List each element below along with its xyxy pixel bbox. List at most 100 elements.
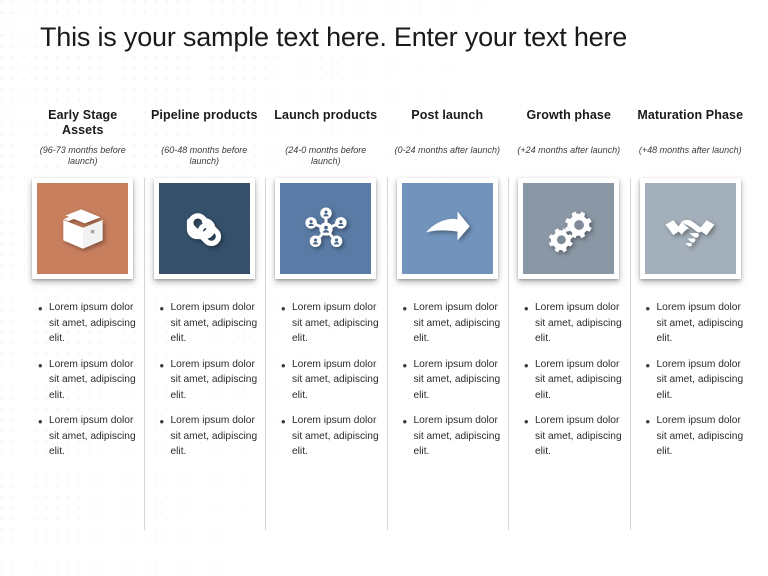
box-icon [55, 201, 111, 257]
phase-icon-tile[interactable] [153, 178, 255, 279]
phase-icon-tile[interactable] [518, 178, 620, 279]
slide-canvas: This is your sample text here. Enter you… [0, 0, 768, 576]
icon-tile-frame [32, 178, 134, 279]
list-item: • Lorem ipsum dolor sit amet, adipiscing … [403, 357, 505, 404]
list-item: • Lorem ipsum dolor sit amet, adipiscing … [403, 300, 505, 347]
list-item-text: Lorem ipsum dolor sit amet, adipiscing e… [535, 358, 622, 401]
list-item: • Lorem ipsum dolor sit amet, adipiscing … [160, 357, 262, 404]
phase-timeframe: (96-73 months before launch) [39, 145, 126, 166]
bullet-marker-icon: • [524, 301, 529, 316]
phase-icon-tile[interactable] [275, 178, 377, 279]
icon-tile-fill [401, 183, 493, 274]
chain-link-icon [176, 201, 232, 257]
icon-tile-frame [396, 178, 498, 279]
list-item: • Lorem ipsum dolor sit amet, adipiscing … [403, 413, 505, 460]
phase-timeframe: (24-0 months before launch) [285, 145, 367, 166]
list-item-text: Lorem ipsum dolor sit amet, adipiscing e… [170, 358, 258, 401]
bullet-marker-icon: • [281, 414, 286, 429]
bullet-marker-icon: • [402, 301, 408, 316]
phase-column: Pipeline products (60-48 months before la… [143, 108, 266, 530]
phase-title: Early Stage Assets [48, 108, 118, 137]
icon-tile-fill [644, 183, 736, 274]
list-item-text: Lorem ipsum dolor sit amet, adipiscing e… [292, 358, 379, 401]
bullet-marker-icon: • [402, 357, 408, 373]
phase-title: Pipeline products [150, 108, 258, 122]
icon-tile-fill [523, 183, 615, 274]
list-item: • Lorem ipsum dolor sit amet, adipiscing … [160, 300, 262, 347]
phase-column: Launch products (24-0 months before launc… [265, 108, 387, 530]
bullet-marker-icon: • [159, 357, 165, 373]
list-item: • Lorem ipsum dolor sit amet, adipiscing … [160, 413, 262, 460]
phase-bullet-list: • Lorem ipsum dolor sit amet, adipiscing … [148, 300, 262, 470]
list-item-text: Lorem ipsum dolor sit amet, adipiscing e… [170, 415, 258, 457]
bullet-marker-icon: • [281, 301, 286, 316]
list-item: • Lorem ipsum dolor sit amet, adipiscing … [38, 300, 140, 347]
list-item: • Lorem ipsum dolor sit amet, adipiscing … [524, 300, 626, 347]
phase-column: Early Stage Assets (96-73 months before l… [22, 108, 144, 470]
bullet-marker-icon: • [159, 414, 165, 429]
phase-timeframe: (0-24 months after launch) [394, 145, 501, 155]
phase-icon-tile[interactable] [32, 178, 134, 279]
icon-tile-fill [280, 183, 372, 274]
phase-timeframe: (+48 months after launch) [638, 145, 742, 155]
phase-title: Maturation Phase [637, 108, 744, 122]
phase-bullet-list: • Lorem ipsum dolor sit amet, adipiscing … [634, 300, 748, 470]
list-item-text: Lorem ipsum dolor sit amet, adipiscing e… [49, 358, 136, 401]
handshake-icon [662, 201, 718, 257]
list-item: • Lorem ipsum dolor sit amet, adipiscing … [281, 300, 383, 347]
list-item: • Lorem ipsum dolor sit amet, adipiscing … [281, 357, 383, 404]
list-item-text: Lorem ipsum dolor sit amet, adipiscing e… [49, 302, 136, 344]
phase-title: Growth phase [526, 108, 612, 122]
list-item-text: Lorem ipsum dolor sit amet, adipiscing e… [292, 302, 379, 344]
bullet-marker-icon: • [38, 301, 43, 316]
list-item: • Lorem ipsum dolor sit amet, adipiscing … [38, 413, 140, 460]
list-item-text: Lorem ipsum dolor sit amet, adipiscing e… [656, 358, 744, 401]
list-item: • Lorem ipsum dolor sit amet, adipiscing … [646, 413, 748, 460]
phase-icon-tile[interactable] [639, 178, 741, 279]
phase-bullet-list: • Lorem ipsum dolor sit amet, adipiscing … [26, 300, 140, 470]
phase-timeframe: (+24 months after launch) [517, 145, 621, 155]
list-item-text: Lorem ipsum dolor sit amet, adipiscing e… [413, 302, 501, 344]
bullet-marker-icon: • [645, 414, 651, 429]
list-item: • Lorem ipsum dolor sit amet, adipiscing … [646, 300, 748, 347]
list-item: • Lorem ipsum dolor sit amet, adipiscing … [524, 413, 626, 460]
page-title: This is your sample text here. Enter you… [40, 22, 628, 52]
phase-bullet-list: • Lorem ipsum dolor sit amet, adipiscing … [269, 300, 383, 470]
list-item-text: Lorem ipsum dolor sit amet, adipiscing e… [656, 302, 744, 344]
bullet-marker-icon: • [159, 301, 165, 316]
phase-columns: Early Stage Assets (96-73 months before l… [22, 108, 752, 530]
phase-title: Launch products [274, 108, 378, 122]
list-item-text: Lorem ipsum dolor sit amet, adipiscing e… [49, 415, 136, 457]
phase-icon-tile[interactable] [396, 178, 498, 279]
list-item-text: Lorem ipsum dolor sit amet, adipiscing e… [170, 302, 258, 344]
list-item-text: Lorem ipsum dolor sit amet, adipiscing e… [656, 415, 744, 457]
bullet-marker-icon: • [645, 301, 651, 316]
bullet-marker-icon: • [38, 357, 43, 373]
network-hub-icon [298, 201, 354, 257]
list-item: • Lorem ipsum dolor sit amet, adipiscing … [281, 413, 383, 460]
list-item-text: Lorem ipsum dolor sit amet, adipiscing e… [292, 415, 379, 457]
bullet-marker-icon: • [38, 414, 43, 429]
list-item-text: Lorem ipsum dolor sit amet, adipiscing e… [413, 415, 501, 457]
phase-column: Growth phase (+24 months after launch) • Lo… [508, 108, 630, 530]
gears-icon [541, 201, 597, 257]
list-item-text: Lorem ipsum dolor sit amet, adipiscing e… [535, 302, 622, 344]
list-item-text: Lorem ipsum dolor sit amet, adipiscing e… [413, 358, 501, 401]
phase-timeframe: (60-48 months before launch) [161, 145, 248, 166]
list-item-text: Lorem ipsum dolor sit amet, adipiscing e… [535, 415, 622, 457]
bullet-marker-icon: • [645, 357, 651, 373]
bullet-marker-icon: • [524, 414, 529, 429]
icon-tile-fill [158, 183, 250, 274]
icon-tile-fill [37, 183, 129, 274]
bullet-marker-icon: • [281, 357, 286, 373]
list-item: • Lorem ipsum dolor sit amet, adipiscing … [646, 357, 748, 404]
curved-arrow-right-icon [419, 201, 475, 257]
phase-column: Post launch (0-24 months after launch) • Lo… [386, 108, 509, 530]
list-item: • Lorem ipsum dolor sit amet, adipiscing … [524, 357, 626, 404]
icon-tile-frame [518, 178, 620, 279]
phase-bullet-list: • Lorem ipsum dolor sit amet, adipiscing … [391, 300, 505, 470]
icon-tile-frame [153, 178, 255, 279]
icon-tile-frame [639, 178, 741, 279]
list-item: • Lorem ipsum dolor sit amet, adipiscing … [38, 357, 140, 404]
phase-title: Post launch [411, 108, 484, 122]
